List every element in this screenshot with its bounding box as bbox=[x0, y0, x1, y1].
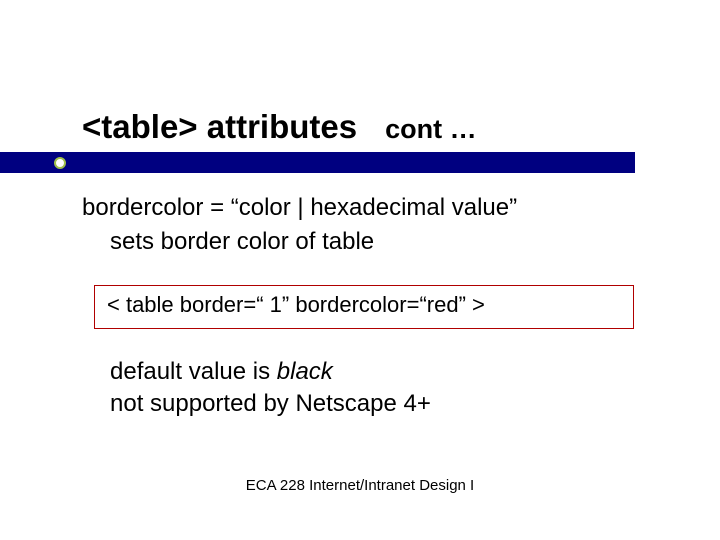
title-underline-bar bbox=[0, 152, 635, 173]
support-note-line: not supported by Netscape 4+ bbox=[110, 388, 650, 420]
slide-footer: ECA 228 Internet/Intranet Design I bbox=[0, 477, 720, 494]
code-example-text: < table border=“ 1” bordercolor=“red” > bbox=[107, 292, 485, 317]
slide-title-row: <table> attributes cont … bbox=[0, 108, 720, 146]
slide-title-continued: cont … bbox=[385, 114, 477, 145]
attribute-description-line: sets border color of table bbox=[110, 226, 652, 258]
bullet-circle-icon bbox=[54, 157, 66, 169]
default-value-italic: black bbox=[277, 358, 333, 385]
body-block-2: default value is black not supported by … bbox=[110, 356, 650, 421]
code-example-box: < table border=“ 1” bordercolor=“red” > bbox=[94, 285, 634, 329]
attribute-syntax-line: bordercolor = “color | hexadecimal value… bbox=[82, 192, 652, 224]
body-block-1: bordercolor = “color | hexadecimal value… bbox=[82, 192, 652, 259]
default-value-line: default value is black bbox=[110, 356, 650, 388]
slide-title: <table> attributes bbox=[82, 108, 357, 146]
slide: <table> attributes cont … bordercolor = … bbox=[0, 0, 720, 540]
default-value-prefix: default value is bbox=[110, 358, 277, 385]
